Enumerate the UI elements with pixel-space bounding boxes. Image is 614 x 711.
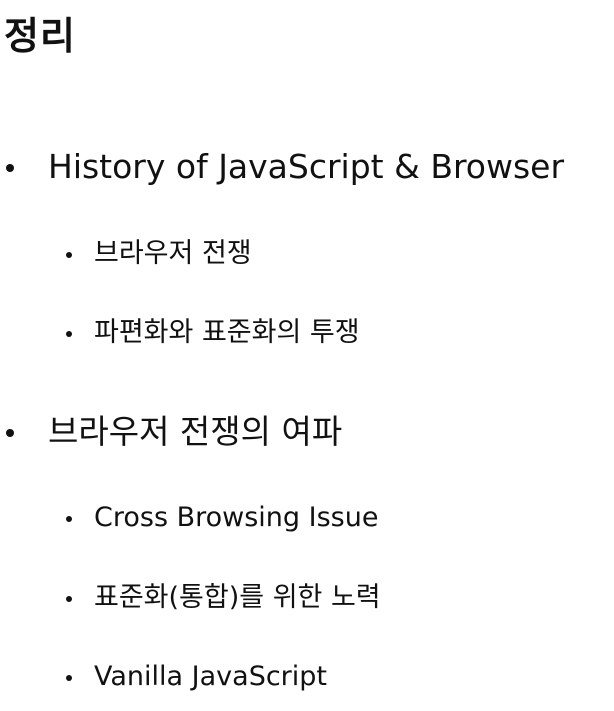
bullet-text: 표준화(통합)를 위한 노력: [94, 582, 381, 613]
bullet-text: 브라우저 전쟁의 여파: [48, 412, 343, 451]
bullet-dot-icon: [66, 675, 72, 681]
bullet-dot-icon: [66, 596, 72, 602]
sub-bullet-item-standardization: 표준화(통합)를 위한 노력: [66, 582, 381, 614]
bullet-text: 브라우저 전쟁: [94, 238, 252, 269]
bullet-dot-icon: [6, 429, 14, 437]
bullet-item-aftermath: 브라우저 전쟁의 여파: [6, 412, 343, 452]
sub-bullet-item-cross-browsing: Cross Browsing Issue: [66, 502, 379, 534]
bullet-item-history: History of JavaScript & Browser: [6, 147, 565, 187]
sub-bullet-item-vanilla-js: Vanilla JavaScript: [66, 661, 328, 693]
bullet-dot-icon: [6, 164, 14, 172]
bullet-dot-icon: [66, 516, 72, 522]
bullet-dot-icon: [66, 252, 72, 258]
bullet-text: Cross Browsing Issue: [94, 502, 379, 533]
bullet-text: History of JavaScript & Browser: [48, 147, 565, 186]
bullet-text: 파편화와 표준화의 투쟁: [94, 317, 360, 348]
slide-title: 정리: [4, 14, 76, 58]
bullet-text: Vanilla JavaScript: [94, 661, 328, 692]
sub-bullet-item-fragmentation: 파편화와 표준화의 투쟁: [66, 317, 360, 349]
bullet-dot-icon: [66, 331, 72, 337]
sub-bullet-item-browser-war: 브라우저 전쟁: [66, 238, 252, 270]
